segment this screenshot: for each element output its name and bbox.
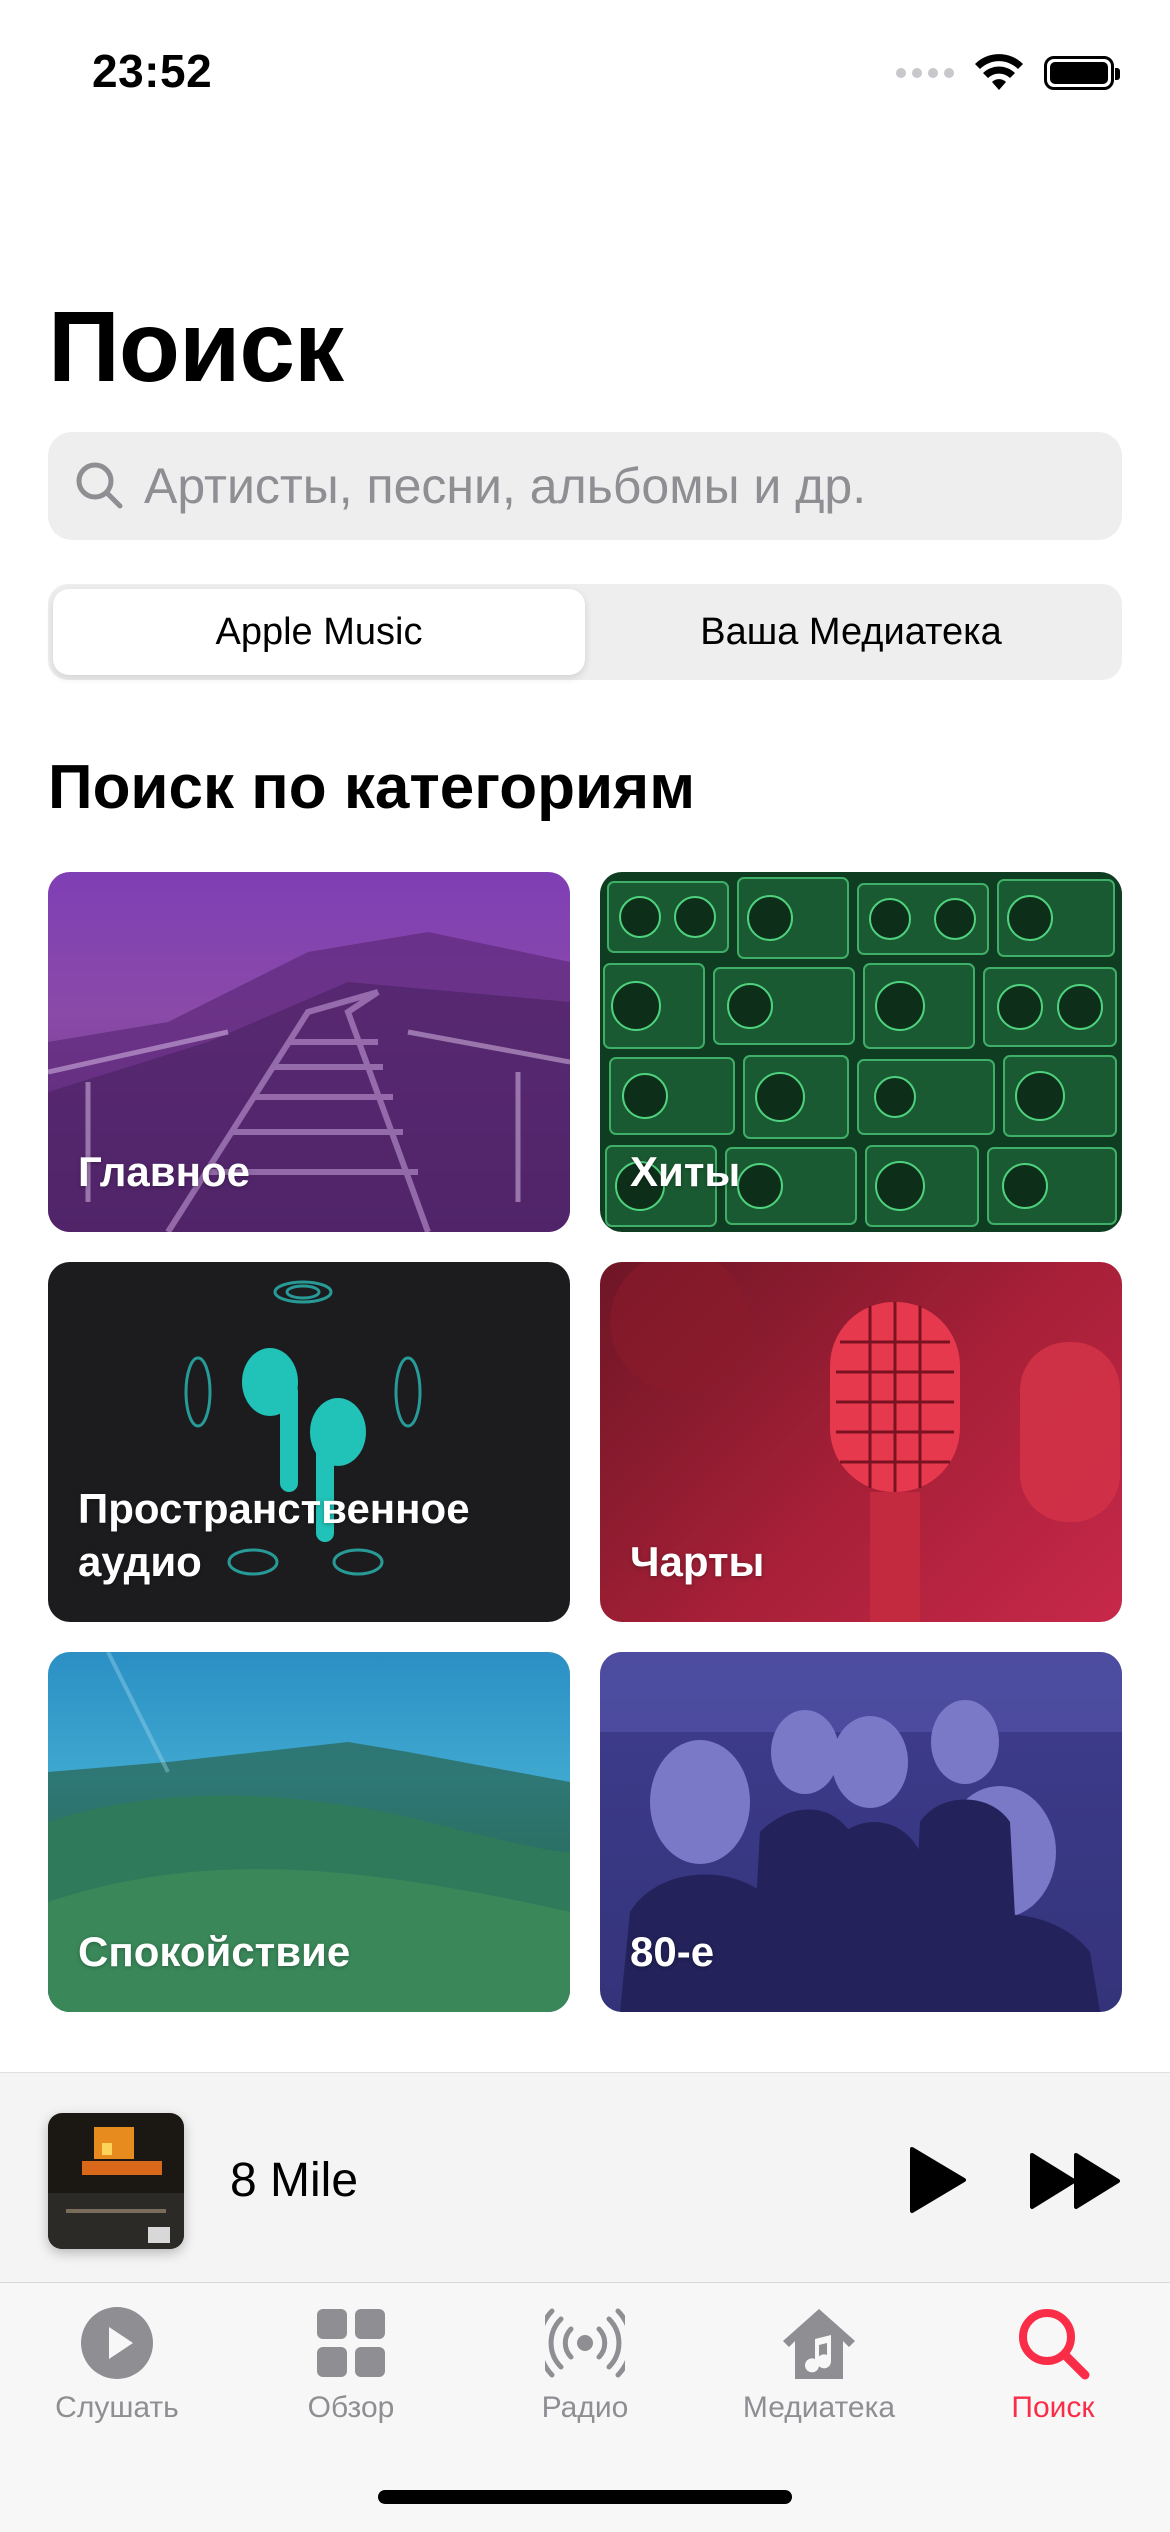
search-input[interactable] (144, 457, 1104, 515)
category-label: Хиты (630, 1147, 741, 1195)
tab-browse[interactable]: Обзор (234, 2303, 468, 2425)
tab-label: Обзор (307, 2391, 395, 2424)
grid-icon (317, 2309, 385, 2377)
category-tile-chill[interactable]: Спокойствие (48, 1652, 570, 2012)
tab-radio[interactable]: Радио (468, 2303, 702, 2425)
page-title: Поиск (48, 291, 344, 403)
tab-library[interactable]: Медиатека (702, 2303, 936, 2425)
category-tile-80s[interactable]: 80-е (600, 1652, 1122, 2012)
status-time: 23:52 (92, 45, 213, 97)
tab-label: Радио (541, 2391, 629, 2424)
now-playing-artwork (48, 2113, 184, 2249)
category-grid: Главное Хиты Пространственное аудио Чарт… (48, 872, 1122, 2012)
category-tile-spatial-audio[interactable]: Пространственное аудио (48, 1262, 570, 1622)
tab-label: Поиск (1011, 2391, 1095, 2424)
fast-forward-icon[interactable] (1028, 2151, 1124, 2211)
tab-search[interactable]: Поиск (936, 2303, 1170, 2425)
home-indicator[interactable] (378, 2490, 792, 2504)
tab-label: Медиатека (742, 2391, 896, 2424)
library-icon (783, 2309, 855, 2379)
tab-label: Слушать (55, 2391, 179, 2424)
category-label: Пространственное аудио (78, 1485, 470, 1585)
radio-icon (545, 2308, 625, 2378)
mini-player[interactable]: 8 Mile (0, 2072, 1170, 2282)
search-bar[interactable] (48, 432, 1122, 540)
category-label: 80-е (630, 1927, 715, 1975)
status-icons (896, 54, 1120, 92)
section-title: Поиск по категориям (48, 753, 696, 822)
category-label: Главное (78, 1147, 250, 1195)
category-label: Спокойствие (78, 1927, 351, 1975)
segment-apple-music[interactable]: Apple Music (53, 589, 585, 675)
search-icon (76, 462, 123, 509)
scope-segmented-control: Apple Music Ваша Медиатека (48, 584, 1122, 680)
category-tile-hits[interactable]: Хиты (600, 872, 1122, 1232)
battery-icon (1044, 56, 1120, 90)
now-playing-title: 8 Mile (230, 2154, 359, 2207)
wifi-icon (975, 54, 1023, 90)
play-icon[interactable] (908, 2145, 968, 2215)
status-bar: 23:52 (0, 0, 1170, 150)
search-icon (1019, 2309, 1090, 2380)
segment-your-library[interactable]: Ваша Медиатека (585, 589, 1117, 675)
cellular-signal-icon (896, 68, 954, 78)
category-label: Чарты (630, 1537, 765, 1585)
category-tile-main[interactable]: Главное (48, 872, 570, 1232)
category-tile-charts[interactable]: Чарты (600, 1262, 1122, 1622)
tab-listen-now[interactable]: Слушать (0, 2303, 234, 2425)
play-circle-icon (81, 2307, 153, 2379)
